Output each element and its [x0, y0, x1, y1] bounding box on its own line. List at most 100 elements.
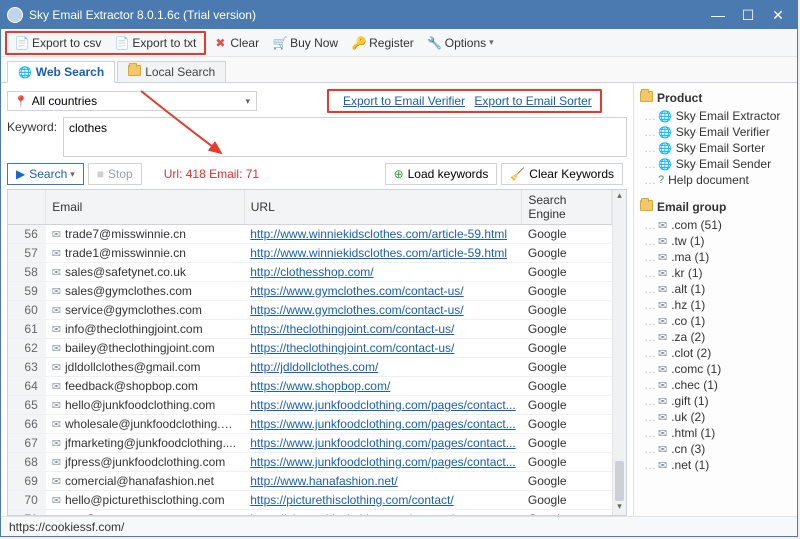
sidebar-group-item[interactable]: …✉.hz (1) [644, 297, 791, 313]
row-engine: Google [522, 510, 612, 516]
stop-label: Stop [108, 167, 133, 181]
row-url-link[interactable]: http://www.winniekidsclothes.com/article… [250, 227, 507, 241]
filter-row: 📍 All countries ▾ Export to Email Verifi… [7, 89, 627, 113]
results-table-scroll[interactable]: Email URL Search Engine 56✉trade7@misswi… [8, 190, 612, 515]
register-button[interactable]: 🔑 Register [346, 34, 420, 52]
row-index: 68 [8, 453, 46, 472]
sidebar-group-item[interactable]: …✉.chec (1) [644, 377, 791, 393]
sidebar-group-item[interactable]: …✉.uk (2) [644, 409, 791, 425]
col-engine[interactable]: Search Engine [522, 190, 612, 225]
export-verifier-link[interactable]: Export to Email Verifier [343, 94, 465, 108]
scroll-up-icon[interactable]: ▴ [613, 190, 626, 204]
sidebar-product-item[interactable]: …🌐Sky Email Sorter [644, 140, 791, 156]
country-dropdown[interactable]: 📍 All countries ▾ [7, 91, 257, 111]
row-url-link[interactable]: https://www.junkfoodclothing.com/pages/c… [250, 455, 515, 469]
clear-keywords-button[interactable]: 🧹 Clear Keywords [501, 163, 623, 185]
table-row[interactable]: 60✉service@gymclothes.comhttps://www.gym… [8, 301, 612, 320]
sidebar-group-item[interactable]: …✉.cn (3) [644, 441, 791, 457]
row-url-link[interactable]: https://theclothingjoint.com/contact-us/ [250, 322, 454, 336]
row-url-link[interactable]: https://www.gymclothes.com/contact-us/ [250, 284, 463, 298]
sidebar-group-item[interactable]: …✉.gift (1) [644, 393, 791, 409]
tab-bar: 🌐 Web Search Local Search [1, 57, 797, 83]
sidebar-item-label: .chec (1) [671, 378, 718, 392]
col-index[interactable] [8, 190, 46, 225]
maximize-button[interactable]: ☐ [733, 4, 763, 26]
row-url-link[interactable]: http://clothesshop.com/ [250, 265, 373, 279]
table-row[interactable]: 68✉jfpress@junkfoodclothing.comhttps://w… [8, 453, 612, 472]
table-row[interactable]: 66✉wholesale@junkfoodclothing.co...https… [8, 415, 612, 434]
sidebar-group-item[interactable]: …✉.comc (1) [644, 361, 791, 377]
sidebar-product-item[interactable]: …🌐Sky Email Sender [644, 156, 791, 172]
mail-icon: ✉ [658, 331, 667, 344]
sidebar-item-label: .tw (1) [671, 234, 704, 248]
export-txt-button[interactable]: 📄 Export to txt [109, 34, 202, 52]
row-engine: Google [522, 434, 612, 453]
scroll-down-icon[interactable]: ▾ [613, 501, 626, 515]
sidebar-group-item[interactable]: …✉.ma (1) [644, 249, 791, 265]
row-url-link[interactable]: https://picturethisclothing.com/contact/ [250, 493, 453, 507]
table-row[interactable]: 65✉hello@junkfoodclothing.comhttps://www… [8, 396, 612, 415]
sidebar-group-item[interactable]: …✉.alt (1) [644, 281, 791, 297]
table-row[interactable]: 57✉trade1@misswinnie.cnhttp://www.winnie… [8, 244, 612, 263]
row-url-link[interactable]: https://www.junkfoodclothing.com/pages/c… [250, 398, 515, 412]
keyword-input[interactable]: clothes [63, 117, 627, 157]
options-button[interactable]: 🔧 Options ▾ [422, 34, 500, 52]
close-button[interactable]: ✕ [763, 4, 793, 26]
row-url-link[interactable]: https://www.gymclothes.com/contact-us/ [250, 303, 463, 317]
tab-web-search[interactable]: 🌐 Web Search [7, 61, 115, 83]
row-url-link[interactable]: https://theclothingjoint.com/contact-us/ [250, 341, 454, 355]
clear-button[interactable]: ✖ Clear [207, 34, 265, 52]
col-url[interactable]: URL [244, 190, 522, 225]
export-sorter-link[interactable]: Export to Email Sorter [474, 94, 591, 108]
sidebar-product-item[interactable]: …🌐Sky Email Verifier [644, 124, 791, 140]
export-csv-button[interactable]: 📄 Export to csv [9, 34, 107, 52]
table-row[interactable]: 69✉comercial@hanafashion.nethttp://www.h… [8, 472, 612, 491]
table-row[interactable]: 67✉jfmarketing@junkfoodclothing....https… [8, 434, 612, 453]
table-row[interactable]: 61✉info@theclothingjoint.comhttps://thec… [8, 320, 612, 339]
buy-now-button[interactable]: 🛒 Buy Now [267, 34, 344, 52]
table-row[interactable]: 58✉sales@safetynet.co.ukhttp://clothessh… [8, 263, 612, 282]
sidebar-item-label: .hz (1) [671, 298, 705, 312]
table-row[interactable]: 62✉bailey@theclothingjoint.comhttps://th… [8, 339, 612, 358]
table-row[interactable]: 71✉you@party.comhttps://picturethiscloth… [8, 510, 612, 516]
table-row[interactable]: 56✉trade7@misswinnie.cnhttp://www.winnie… [8, 225, 612, 244]
sidebar-group-item[interactable]: …✉.za (2) [644, 329, 791, 345]
row-url-link[interactable]: https://picturethisclothing.com/contact/ [250, 512, 453, 515]
app-window: Sky Email Extractor 8.0.1.6c (Trial vers… [0, 0, 798, 537]
load-keywords-button[interactable]: ⊕ Load keywords [385, 163, 498, 185]
row-url-link[interactable]: https://www.junkfoodclothing.com/pages/c… [250, 417, 515, 431]
mail-icon: ✉ [658, 347, 667, 360]
col-email[interactable]: Email [46, 190, 244, 225]
row-url-link[interactable]: https://www.junkfoodclothing.com/pages/c… [250, 436, 515, 450]
sidebar-group-item[interactable]: …✉.net (1) [644, 457, 791, 473]
sidebar-group-item[interactable]: …✉.tw (1) [644, 233, 791, 249]
scroll-thumb[interactable] [615, 461, 624, 501]
sidebar-group-item[interactable]: …✉.html (1) [644, 425, 791, 441]
row-url-link[interactable]: https://www.shopbop.com/ [250, 379, 390, 393]
stop-button[interactable]: ■ Stop [88, 163, 142, 185]
row-engine: Google [522, 244, 612, 263]
table-row[interactable]: 64✉feedback@shopbop.comhttps://www.shopb… [8, 377, 612, 396]
table-row[interactable]: 59✉sales@gymclothes.comhttps://www.gymcl… [8, 282, 612, 301]
sidebar-product-item[interactable]: …?Help document [644, 172, 791, 188]
table-row[interactable]: 70✉hello@picturethisclothing.comhttps://… [8, 491, 612, 510]
mail-icon: ✉ [52, 419, 61, 431]
minimize-button[interactable]: — [703, 4, 733, 26]
sidebar-group-item[interactable]: …✉.com (51) [644, 217, 791, 233]
row-url-link[interactable]: http://jdldollclothes.com/ [250, 360, 378, 374]
search-button[interactable]: ▶ Search ▾ [7, 163, 84, 185]
table-row[interactable]: 63✉jdldollclothes@gmail.comhttp://jdldol… [8, 358, 612, 377]
row-engine: Google [522, 301, 612, 320]
row-url-link[interactable]: http://www.hanafashion.net/ [250, 474, 397, 488]
row-url: http://clothesshop.com/ [244, 263, 522, 282]
sidebar-group-item[interactable]: …✉.clot (2) [644, 345, 791, 361]
row-engine: Google [522, 453, 612, 472]
sidebar-group-item[interactable]: …✉.kr (1) [644, 265, 791, 281]
export-links-box: Export to Email Verifier Export to Email… [327, 89, 602, 113]
row-url-link[interactable]: http://www.winniekidsclothes.com/article… [250, 246, 507, 260]
sidebar-item-label: .comc (1) [671, 362, 721, 376]
vertical-scrollbar[interactable]: ▴ ▾ [612, 190, 626, 515]
sidebar-product-item[interactable]: …🌐Sky Email Extractor [644, 108, 791, 124]
tab-local-search[interactable]: Local Search [117, 61, 226, 82]
sidebar-group-item[interactable]: …✉.co (1) [644, 313, 791, 329]
